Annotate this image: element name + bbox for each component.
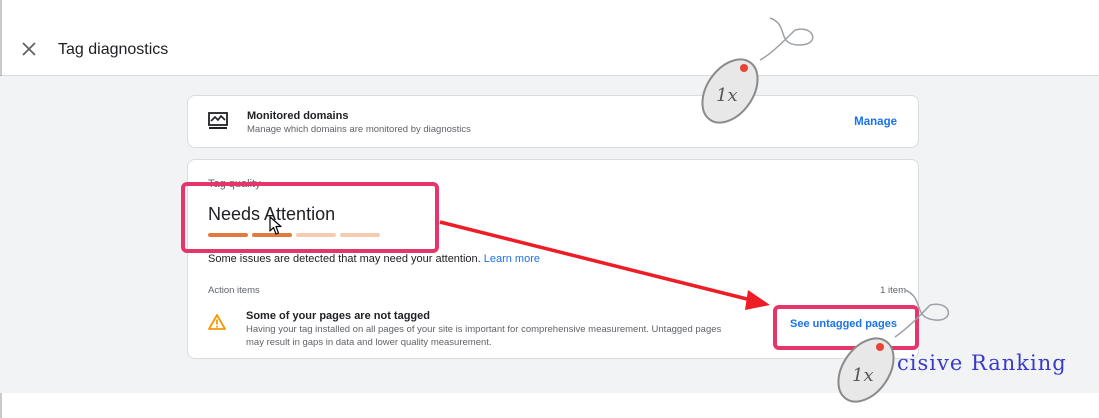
monitor-chart-icon (208, 112, 228, 129)
tag-quality-description-text: Some issues are detected that may need y… (208, 253, 481, 265)
page-header: Tag diagnostics (0, 0, 1099, 76)
issue-title: Some of your pages are not tagged (246, 310, 430, 322)
action-items-count: 1 item (880, 285, 906, 296)
action-items-label: Action items (208, 285, 260, 296)
watermark-text: cisive Ranking (897, 351, 1067, 375)
main-content: Monitored domains Manage which domains a… (0, 76, 1099, 393)
domains-description: Manage which domains are monitored by di… (247, 124, 471, 135)
warning-triangle-icon (208, 314, 226, 330)
issue-description: Having your tag installed on all pages o… (246, 324, 722, 348)
close-icon (22, 42, 36, 56)
domains-title: Monitored domains (247, 110, 349, 122)
tag-quality-description: Some issues are detected that may need y… (208, 253, 540, 265)
page-title: Tag diagnostics (58, 41, 169, 58)
manage-button[interactable]: Manage (854, 116, 897, 128)
close-button[interactable] (18, 38, 40, 60)
mouse-pointer-icon (269, 216, 282, 235)
status-highlight-box (181, 182, 439, 253)
link-highlight-box (773, 305, 919, 350)
monitored-domains-card: Monitored domains Manage which domains a… (187, 95, 919, 148)
tag-diagnostics-page: Tag diagnostics Monitored domains Manage… (0, 0, 1099, 418)
learn-more-link[interactable]: Learn more (484, 253, 540, 265)
